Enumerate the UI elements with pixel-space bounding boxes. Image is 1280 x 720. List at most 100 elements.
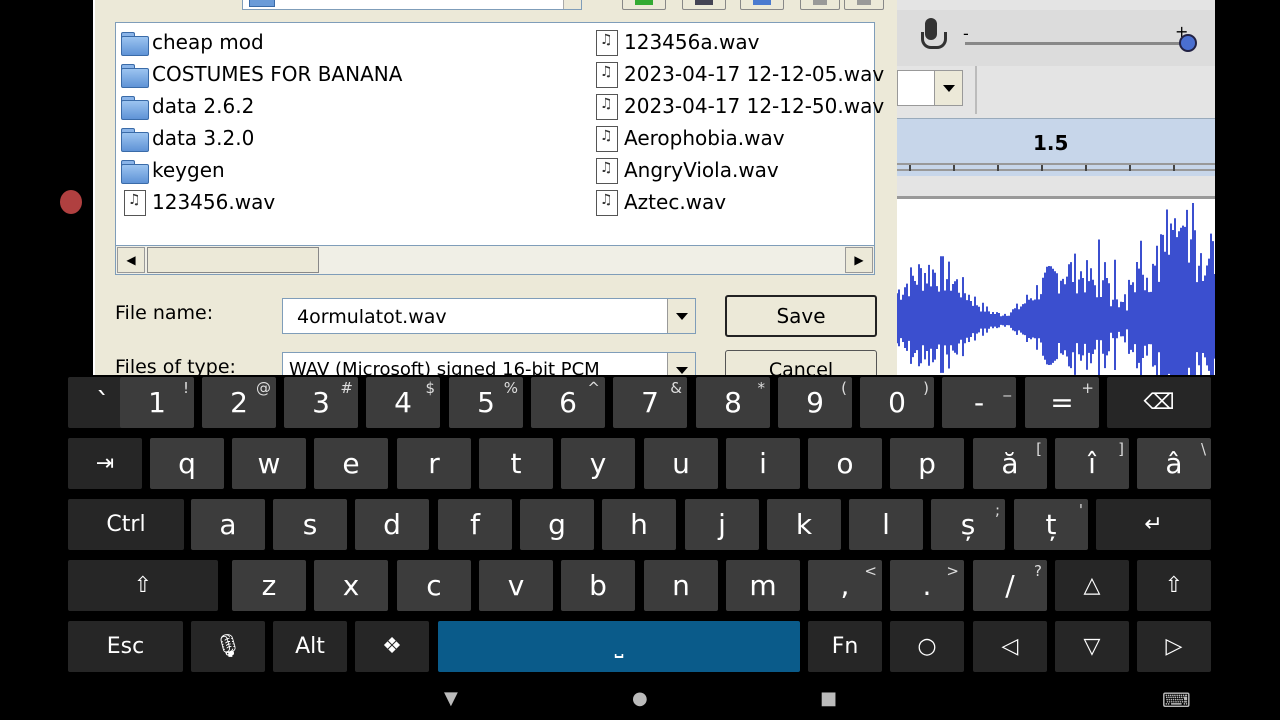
key-e[interactable]: e	[314, 438, 388, 489]
file-type-select[interactable]: WAV (Microsoft) signed 16-bit PCM	[282, 352, 696, 375]
key-win[interactable]: ❖	[355, 621, 429, 672]
key-home[interactable]: ○	[890, 621, 964, 672]
key-j[interactable]: j	[685, 499, 759, 550]
key-slash[interactable]: /?	[973, 560, 1047, 611]
key-shift-right[interactable]: ⇧	[1137, 560, 1211, 611]
recording-volume-slider[interactable]	[965, 42, 1185, 45]
new-folder-button[interactable]	[740, 0, 784, 10]
key-minus[interactable]: - _	[942, 377, 1016, 428]
key-o[interactable]: o	[808, 438, 882, 489]
scroll-thumb[interactable]	[147, 247, 319, 273]
key-l[interactable]: l	[849, 499, 923, 550]
key-shift-left[interactable]: ⇧	[68, 560, 218, 611]
desktop-button[interactable]	[682, 0, 726, 10]
timeline-ruler[interactable]: 1.5	[897, 118, 1215, 176]
folder-item[interactable]: keygen	[120, 155, 225, 185]
chevron-down-icon[interactable]	[667, 299, 695, 333]
key-equals[interactable]: = +	[1025, 377, 1099, 428]
key-f[interactable]: f	[438, 499, 512, 550]
save-button[interactable]: Save	[725, 295, 877, 337]
key-y[interactable]: y	[561, 438, 635, 489]
home-icon[interactable]: ●	[632, 688, 648, 709]
key-i-circ[interactable]: î]	[1055, 438, 1129, 489]
key-b[interactable]: b	[561, 560, 635, 611]
cancel-button[interactable]: Cancel	[725, 350, 877, 375]
key-a[interactable]: a	[191, 499, 265, 550]
key-1[interactable]: 1!	[120, 377, 194, 428]
slider-thumb[interactable]	[1179, 34, 1197, 52]
key-esc[interactable]: Esc	[68, 621, 183, 672]
file-item[interactable]: 123456a.wav	[592, 27, 759, 57]
scroll-left-icon[interactable]: ◀	[117, 247, 145, 273]
look-in-combo[interactable]	[242, 0, 582, 10]
key-3[interactable]: 3 #	[284, 377, 358, 428]
chevron-down-icon[interactable]	[563, 0, 581, 9]
key-down[interactable]: ▽	[1055, 621, 1129, 672]
key-q[interactable]: q	[150, 438, 224, 489]
key-c[interactable]: c	[397, 560, 471, 611]
key-0[interactable]: 0)	[860, 377, 934, 428]
key-right[interactable]: ▷	[1137, 621, 1211, 672]
key-i[interactable]: i	[726, 438, 800, 489]
key-t-comma[interactable]: ț '	[1014, 499, 1088, 550]
key-up[interactable]: △	[1055, 560, 1129, 611]
folder-item[interactable]: data 2.6.2	[120, 91, 254, 121]
file-item[interactable]: 123456.wav	[120, 187, 275, 217]
key-backspace[interactable]: ⌫	[1107, 377, 1211, 428]
camera-icon[interactable]	[60, 190, 82, 214]
folder-item[interactable]: COSTUMES FOR BANANA	[120, 59, 402, 89]
up-folder-button[interactable]	[622, 0, 666, 10]
key-h[interactable]: h	[602, 499, 676, 550]
horizontal-scrollbar[interactable]: ◀ ▶	[115, 245, 875, 275]
key-w[interactable]: w	[232, 438, 306, 489]
key-6[interactable]: 6 ^	[531, 377, 605, 428]
key-2[interactable]: 2 @	[202, 377, 276, 428]
key-u[interactable]: u	[644, 438, 718, 489]
file-list[interactable]: cheap mod COSTUMES FOR BANANA data 2.6.2 da…	[115, 22, 884, 275]
file-item[interactable]: Aerophobia.wav	[592, 123, 785, 153]
key-m[interactable]: m	[726, 560, 800, 611]
recents-icon[interactable]: ■	[820, 688, 837, 709]
key-g[interactable]: g	[520, 499, 594, 550]
file-item[interactable]: 2023-04-17 12-12-05.wav	[592, 59, 884, 89]
view-list-button[interactable]	[800, 0, 840, 10]
chevron-down-icon[interactable]	[934, 71, 962, 105]
key-x[interactable]: x	[314, 560, 388, 611]
file-name-input[interactable]: 4ormulatot.wav	[282, 298, 696, 334]
key-4[interactable]: 4 $	[366, 377, 440, 428]
device-select[interactable]	[897, 70, 963, 106]
key-d[interactable]: d	[355, 499, 429, 550]
key-left[interactable]: ◁	[973, 621, 1047, 672]
folder-item[interactable]: cheap mod	[120, 27, 264, 57]
key-a-breve[interactable]: ă[	[973, 438, 1047, 489]
audio-track[interactable]	[897, 196, 1215, 375]
back-icon[interactable]: ▼	[444, 688, 458, 709]
key-period[interactable]: . >	[890, 560, 964, 611]
key-v[interactable]: v	[479, 560, 553, 611]
key-s-comma[interactable]: ș;	[931, 499, 1005, 550]
key-ctrl[interactable]: Ctrl	[68, 499, 184, 550]
key-fn[interactable]: Fn	[808, 621, 882, 672]
key-r[interactable]: r	[397, 438, 471, 489]
key-t[interactable]: t	[479, 438, 553, 489]
key-k[interactable]: k	[767, 499, 841, 550]
key-alt[interactable]: Alt	[273, 621, 347, 672]
key-7[interactable]: 7 &	[613, 377, 687, 428]
key-5[interactable]: 5%	[449, 377, 523, 428]
folder-item[interactable]: data 3.2.0	[120, 123, 254, 153]
file-item[interactable]: AngryViola.wav	[592, 155, 779, 185]
key-p[interactable]: p	[890, 438, 964, 489]
key-8[interactable]: 8 *	[696, 377, 770, 428]
key-s[interactable]: s	[273, 499, 347, 550]
file-item[interactable]: 2023-04-17 12-12-50.wav	[592, 91, 884, 121]
key-9[interactable]: 9(	[778, 377, 852, 428]
key-enter[interactable]: ↵	[1096, 499, 1211, 550]
chevron-down-icon[interactable]	[667, 353, 695, 375]
key-a-circ[interactable]: â \	[1137, 438, 1211, 489]
key-z[interactable]: z	[232, 560, 306, 611]
key-comma[interactable]: , <	[808, 560, 882, 611]
view-details-button[interactable]	[844, 0, 884, 10]
keyboard-icon[interactable]: ⌨	[1162, 688, 1191, 712]
key-mic[interactable]: 🎙	[191, 621, 265, 672]
key-tab[interactable]: ⇥	[68, 438, 142, 489]
